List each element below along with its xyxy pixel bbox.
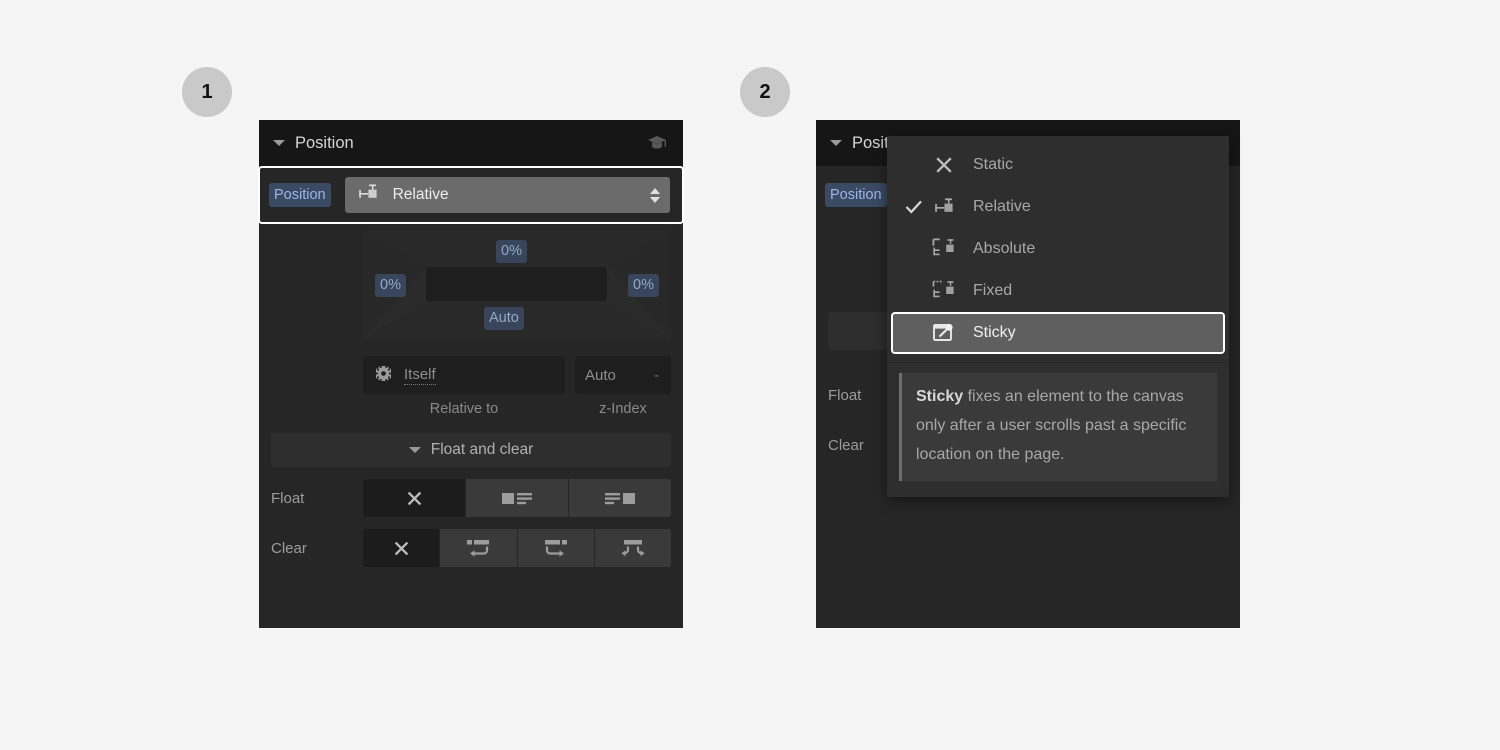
- float-row: Float: [271, 479, 671, 517]
- float-none-button[interactable]: [363, 479, 465, 517]
- float-segmented-control: [363, 479, 671, 517]
- position-select[interactable]: Relative: [344, 177, 670, 213]
- tooltip-term: Sticky: [916, 388, 964, 405]
- position-panel-step2: Position Position Float Clear Static Rel…: [816, 120, 1240, 628]
- clear-right-button[interactable]: [516, 529, 594, 567]
- offset-bottom-value[interactable]: Auto: [484, 307, 524, 330]
- caret-down-icon: [408, 447, 421, 453]
- clear-segmented-control: [363, 529, 671, 567]
- position-dropdown-menu: Static Relative Absolute Fixed Sticky St…: [887, 136, 1229, 498]
- step-badge-2-number: 2: [759, 80, 771, 103]
- dropdown-divider: [887, 362, 1229, 363]
- anchor-gear-icon: [375, 365, 392, 386]
- float-left-button[interactable]: [465, 479, 568, 517]
- dropdown-item-label: Static: [973, 156, 1014, 173]
- relative-position-icon: [357, 183, 379, 208]
- relative-position-icon: [927, 197, 961, 217]
- z-index-value: Auto: [585, 366, 616, 384]
- sticky-position-icon: [927, 322, 961, 344]
- sticky-tooltip: Sticky fixes an element to the canvas on…: [899, 373, 1217, 482]
- graduation-cap-icon[interactable]: [647, 134, 667, 152]
- caret-down-icon[interactable]: [830, 140, 842, 146]
- relative-to-field[interactable]: Itself: [363, 356, 565, 394]
- offset-top-value[interactable]: 0%: [496, 240, 527, 263]
- position-field-row: Position Relative: [258, 166, 684, 224]
- float-right-button[interactable]: [568, 479, 671, 517]
- clear-left-button[interactable]: [439, 529, 517, 567]
- step-badge-2: 2: [740, 67, 790, 117]
- dropdown-item-sticky[interactable]: Sticky: [891, 312, 1225, 354]
- caret-down-icon[interactable]: [273, 140, 285, 146]
- z-index-label: z-Index: [599, 401, 647, 417]
- position-select-value: Relative: [392, 186, 449, 203]
- float-label: Float: [271, 489, 305, 507]
- clear-both-button[interactable]: [593, 529, 671, 567]
- dropdown-item-label: Fixed: [973, 282, 1013, 299]
- position-panel-step1: Position Position Relative 0% 0% 0% Auto…: [258, 120, 684, 628]
- offset-right-value[interactable]: 0%: [628, 274, 659, 297]
- dropdown-item-label: Relative: [973, 198, 1031, 215]
- dropdown-item-fixed[interactable]: Fixed: [891, 270, 1225, 312]
- relative-to-label: Relative to: [429, 401, 499, 417]
- panel-header[interactable]: Position: [259, 120, 683, 166]
- clear-label: Clear: [271, 539, 307, 557]
- step-badge-1: 1: [182, 67, 232, 117]
- dropdown-item-label: Sticky: [973, 324, 1016, 341]
- dropdown-item-static[interactable]: Static: [891, 144, 1225, 186]
- dropdown-item-absolute[interactable]: Absolute: [891, 228, 1225, 270]
- stepper-updown-icon[interactable]: [650, 187, 660, 203]
- dropdown-item-relative[interactable]: Relative: [891, 186, 1225, 228]
- checkmark-icon: [901, 199, 927, 215]
- clear-none-button[interactable]: [363, 529, 440, 567]
- static-position-icon: [927, 155, 961, 175]
- offset-left-value[interactable]: 0%: [375, 274, 406, 297]
- relative-to-value: Itself: [404, 365, 436, 385]
- step-badge-1-number: 1: [201, 80, 213, 103]
- relative-to-zindex-labels: Relative to z-Index: [363, 401, 671, 417]
- absolute-position-icon: [927, 238, 961, 260]
- position-field-label[interactable]: Position: [825, 182, 887, 208]
- position-offsets-box: 0% 0% 0% Auto: [363, 230, 671, 340]
- z-index-field[interactable]: Auto -: [575, 356, 671, 394]
- dropdown-item-label: Absolute: [973, 240, 1036, 257]
- relative-to-zindex-row: Itself Auto -: [363, 356, 671, 394]
- offsets-center-field[interactable]: [426, 267, 607, 301]
- fixed-position-icon: [927, 280, 961, 302]
- float-and-clear-label: Float and clear: [430, 441, 534, 458]
- page-title: Position: [295, 133, 354, 152]
- position-field-label[interactable]: Position: [269, 182, 331, 208]
- float-and-clear-section-header[interactable]: Float and clear: [271, 433, 671, 467]
- clear-row: Clear: [271, 529, 671, 567]
- z-index-dash: -: [654, 366, 659, 384]
